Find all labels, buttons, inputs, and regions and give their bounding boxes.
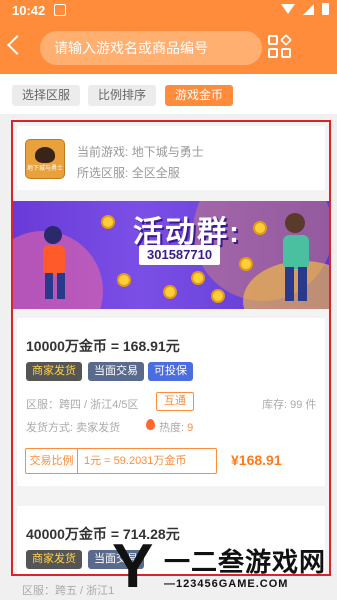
wifi-icon bbox=[281, 4, 295, 14]
status-bar: 10:42 bbox=[0, 0, 337, 22]
back-icon[interactable] bbox=[7, 35, 27, 55]
game-info: 当前游戏: 地下城与勇士 所选区服: 全区全服 bbox=[77, 142, 204, 184]
system-icons bbox=[281, 3, 329, 15]
promo-banner[interactable]: 活动群: 301587710 bbox=[13, 201, 329, 309]
current-game-label: 当前游戏: bbox=[77, 145, 129, 159]
listing-heat: 热度: 9 bbox=[159, 419, 193, 435]
filter-game-coin-chip[interactable]: 游戏金币 bbox=[165, 85, 234, 106]
category-grid-icon[interactable] bbox=[268, 33, 294, 61]
banner-qq-number: 301587710 bbox=[139, 245, 221, 265]
battery-icon bbox=[322, 3, 329, 15]
listing-region: 区服：跨四 / 浙江4/5区 bbox=[26, 399, 139, 411]
current-game-value: 地下城与勇士 bbox=[131, 145, 204, 159]
selected-game-panel: 地下城与勇士 当前游戏: 地下城与勇士 所选区服: 全区全服 bbox=[17, 126, 325, 190]
watermark-logo-glyph: Y bbox=[112, 532, 154, 600]
content-highlight-frame: 地下城与勇士 当前游戏: 地下城与勇士 所选区服: 全区全服 活动群: 3015… bbox=[11, 120, 331, 576]
search-input[interactable]: 请输入游戏名或商品编号 bbox=[40, 31, 262, 65]
watermark-site-name: 一二叁游戏网 bbox=[164, 547, 327, 577]
heat-value: 9 bbox=[187, 422, 194, 434]
tag-face-to-face: 当面交易 bbox=[88, 362, 144, 381]
game-logo-text: 地下城与勇士 bbox=[26, 166, 63, 172]
tag-merchant-delivery: 商家发货 bbox=[26, 550, 82, 569]
game-logo: 地下城与勇士 bbox=[25, 139, 65, 179]
banner-figure-left bbox=[43, 226, 65, 299]
listing-price: ¥168.91 bbox=[231, 452, 282, 468]
trade-ratio-value: 1元 = 59.2031万金币 bbox=[84, 455, 187, 467]
filter-row: 选择区服 比例排序 游戏金币 bbox=[0, 74, 337, 114]
tag-merchant-delivery: 商家发货 bbox=[26, 362, 82, 381]
server-value: 全区全服 bbox=[131, 166, 180, 180]
trade-ratio-label: 交易比例 bbox=[26, 449, 78, 473]
server-label: 所选区服: bbox=[77, 166, 129, 180]
watermark-domain: —123456GAME.COM bbox=[164, 578, 289, 590]
signal-icon bbox=[303, 3, 314, 15]
filter-ratio-sort-chip[interactable]: 比例排序 bbox=[88, 85, 157, 106]
fire-icon bbox=[146, 419, 155, 430]
tag-insurable: 可投保 bbox=[148, 362, 193, 381]
tag-cross-server: 互通 bbox=[156, 392, 194, 411]
notification-icon bbox=[54, 4, 66, 16]
filter-server-chip[interactable]: 选择区服 bbox=[12, 85, 81, 106]
heat-label: 热度: bbox=[159, 422, 185, 434]
search-header: 请输入游戏名或商品编号 bbox=[0, 22, 337, 74]
banner-figure-right bbox=[283, 213, 309, 301]
site-watermark: Y 一二叁游戏网 —123456GAME.COM bbox=[112, 534, 337, 600]
status-time: 10:42 bbox=[12, 3, 46, 18]
listing-card[interactable]: 10000万金币 = 168.91元 商家发货 当面交易 可投保 区服：跨四 /… bbox=[17, 318, 325, 486]
listing-stock: 库存: 99 件 bbox=[262, 399, 317, 411]
listing-delivery: 发货方式: 卖家发货 bbox=[26, 422, 121, 434]
listing-region: 区服：跨五 / 浙江1 bbox=[22, 585, 115, 597]
listing-title: 10000万金币 = 168.91元 bbox=[26, 338, 180, 354]
trade-ratio-box: 交易比例 1元 = 59.2031万金币 bbox=[25, 448, 217, 474]
